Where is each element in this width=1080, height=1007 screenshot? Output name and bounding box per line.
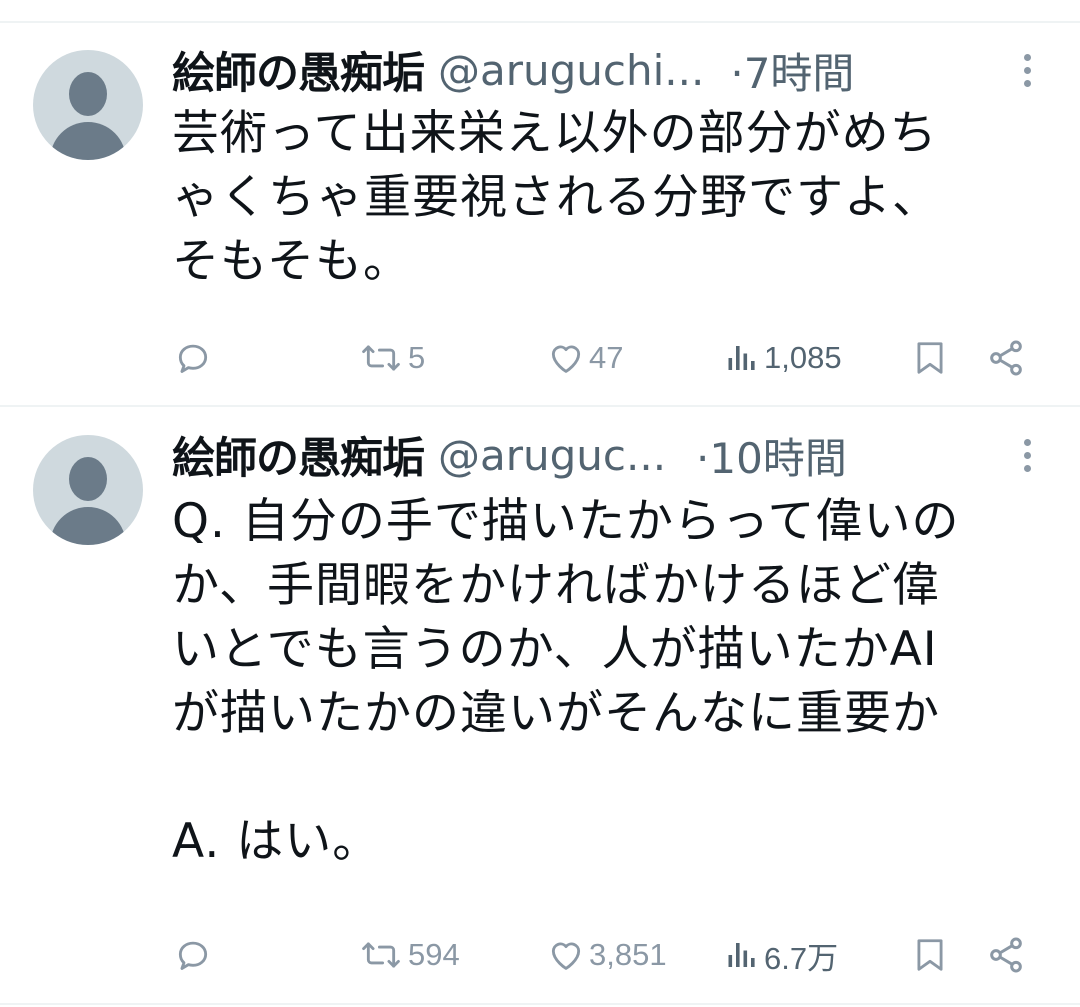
views-icon xyxy=(728,943,755,967)
retweet-button[interactable]: 5 xyxy=(358,333,425,383)
author-handle[interactable]: @aruguc... xyxy=(438,431,666,480)
views-button[interactable]: 6.7万 xyxy=(724,930,838,980)
share-icon xyxy=(990,937,1022,973)
bookmark-button[interactable] xyxy=(911,333,949,383)
more-icon[interactable] xyxy=(1022,438,1032,472)
divider xyxy=(0,1003,1080,1005)
heart-icon xyxy=(551,942,581,970)
retweet-count: 594 xyxy=(408,937,460,972)
tweet-header: 絵師の愚痴垢 @aruguc... ·10時間 xyxy=(172,425,1080,485)
tweet-text: Q. 自分の手で描いたからって偉いの か、手間暇をかければかけるほど偉 いとでも… xyxy=(172,494,960,869)
like-button[interactable]: 3,851 xyxy=(547,930,667,980)
tweet-text: 芸術って出来栄え以外の部分がめち ゃくちゃ重要視される分野ですよ、 そもそも。 xyxy=(172,106,940,289)
views-icon xyxy=(728,346,755,370)
reply-button[interactable] xyxy=(174,333,212,383)
author-name[interactable]: 絵師の愚痴垢 xyxy=(172,39,425,101)
bookmark-button[interactable] xyxy=(911,930,949,980)
views-count: 6.7万 xyxy=(764,940,839,976)
tweet-2[interactable]: 絵師の愚痴垢 @aruguc... ·10時間 Q. 自分の手で描いたからって偉… xyxy=(0,407,1080,1005)
author-handle[interactable]: @aruguchi... xyxy=(438,46,704,95)
timeline: 絵師の愚痴垢 @aruguchi... ·7時間 芸術って出来栄え以外の部分がめ… xyxy=(0,0,1080,1007)
avatar[interactable] xyxy=(33,50,143,160)
more-icon[interactable] xyxy=(1022,53,1032,87)
action-bar: 594 3,851 6.7万 xyxy=(0,930,1080,980)
avatar-body-shape xyxy=(50,122,126,160)
tweet-header: 絵師の愚痴垢 @aruguchi... ·7時間 xyxy=(172,40,1080,100)
retweet-icon xyxy=(362,345,400,371)
action-bar: 5 47 1,085 xyxy=(0,333,1080,383)
tweet-1[interactable]: 絵師の愚痴垢 @aruguchi... ·7時間 芸術って出来栄え以外の部分がめ… xyxy=(0,0,1080,405)
reply-button[interactable] xyxy=(174,930,212,980)
avatar-head-shape xyxy=(69,72,107,116)
reply-icon xyxy=(178,941,208,970)
avatar-head-shape xyxy=(69,457,107,501)
avatar[interactable] xyxy=(33,435,143,545)
bookmark-icon xyxy=(917,939,943,971)
heart-icon xyxy=(551,345,581,373)
like-count: 47 xyxy=(589,340,624,375)
like-count: 3,851 xyxy=(589,937,667,972)
bookmark-icon xyxy=(917,342,943,374)
share-button[interactable] xyxy=(986,333,1026,383)
retweet-button[interactable]: 594 xyxy=(358,930,460,980)
views-count: 1,085 xyxy=(764,340,842,375)
share-icon xyxy=(990,340,1022,376)
retweet-count: 5 xyxy=(408,340,426,375)
share-button[interactable] xyxy=(986,930,1026,980)
views-button[interactable]: 1,085 xyxy=(724,333,842,383)
timestamp[interactable]: ·10時間 xyxy=(696,425,847,486)
author-name[interactable]: 絵師の愚痴垢 xyxy=(172,424,425,486)
like-button[interactable]: 47 xyxy=(547,333,623,383)
retweet-icon xyxy=(362,942,400,968)
avatar-body-shape xyxy=(50,507,126,545)
timestamp[interactable]: ·7時間 xyxy=(730,40,854,101)
reply-icon xyxy=(178,344,208,373)
